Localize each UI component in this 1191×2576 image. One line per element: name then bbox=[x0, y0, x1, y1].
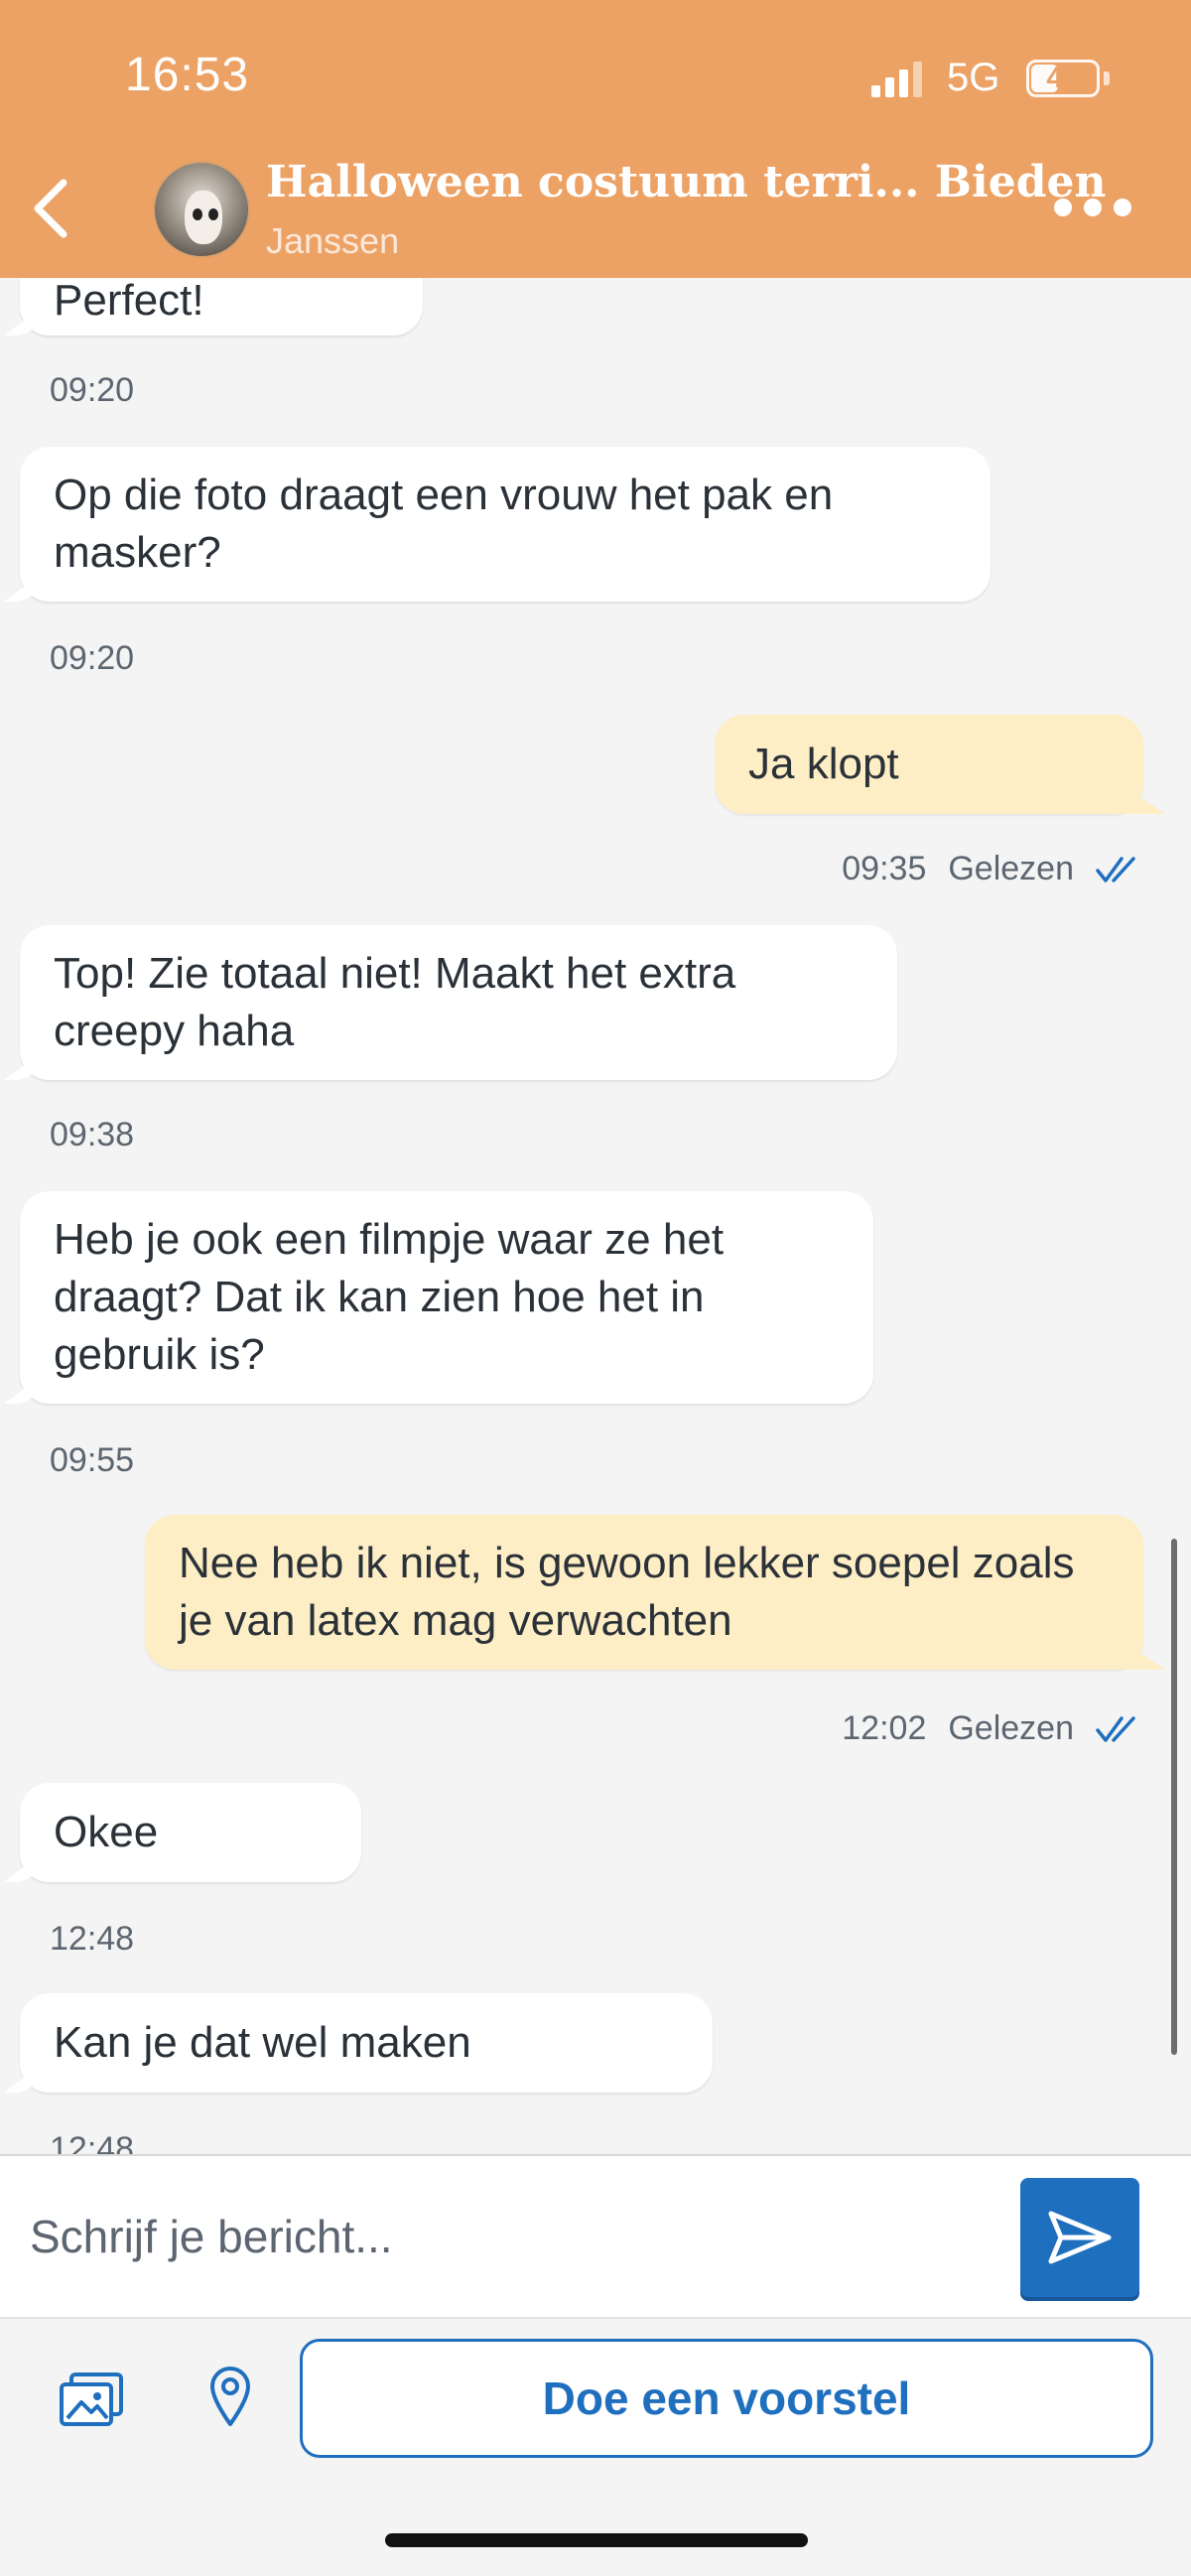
read-receipt: 12:02 Gelezen bbox=[842, 1709, 1139, 1748]
dot bbox=[1114, 199, 1131, 216]
back-arrow-icon[interactable] bbox=[20, 169, 89, 248]
message-time: 09:55 bbox=[50, 1441, 135, 1479]
read-status: Gelezen bbox=[948, 850, 1074, 887]
message-text: Top! Zie totaal niet! Maakt het extra cr… bbox=[54, 949, 736, 1055]
message-text: Ja klopt bbox=[748, 740, 899, 788]
dot bbox=[1084, 199, 1102, 216]
message-time: 09:20 bbox=[50, 639, 135, 677]
message-text: Heb je ook een filmpje waar ze het draag… bbox=[54, 1215, 725, 1379]
send-icon bbox=[1048, 2211, 1112, 2264]
message-time: 12:48 bbox=[50, 1920, 135, 1958]
battery-tip bbox=[1104, 71, 1110, 85]
chat-title[interactable]: Halloween costuum terri... Bieden bbox=[266, 157, 1106, 207]
message-bubble-outgoing[interactable]: Nee heb ik niet, is gewoon lekker soepel… bbox=[145, 1515, 1143, 1670]
message-bubble-incoming[interactable]: Heb je ook een filmpje waar ze het draag… bbox=[20, 1191, 873, 1404]
message-time: 12:02 bbox=[842, 1709, 927, 1747]
avatar[interactable] bbox=[153, 161, 250, 258]
message-bubble-incoming[interactable]: Op die foto draagt een vrouw het pak en … bbox=[20, 447, 991, 602]
read-receipt: 09:35 Gelezen bbox=[842, 850, 1139, 888]
action-bar: Doe een voorstel bbox=[0, 2317, 1191, 2472]
message-text: Kan je dat wel maken bbox=[54, 2018, 471, 2067]
message-text: Nee heb ik niet, is gewoon lekker soepel… bbox=[179, 1539, 1075, 1645]
double-check-icon bbox=[1096, 856, 1135, 882]
message-time: 09:20 bbox=[50, 371, 135, 409]
battery-percent: 45 bbox=[1046, 62, 1080, 94]
message-bubble-incoming[interactable]: Okee bbox=[20, 1783, 361, 1882]
message-text: Perfect! bbox=[54, 278, 204, 325]
message-text: Okee bbox=[54, 1808, 159, 1856]
message-bubble-outgoing[interactable]: Ja klopt bbox=[715, 715, 1143, 814]
message-bubble-incoming[interactable]: Kan je dat wel maken bbox=[20, 1993, 713, 2093]
avatar-eye bbox=[208, 208, 218, 220]
battery-icon: 45 bbox=[1026, 60, 1100, 97]
chat-subtitle: Janssen bbox=[266, 220, 400, 261]
signal-icon bbox=[871, 62, 922, 97]
send-button[interactable] bbox=[1020, 2178, 1139, 2297]
dot bbox=[1054, 199, 1072, 216]
location-pin-icon[interactable] bbox=[208, 2365, 252, 2428]
message-input[interactable] bbox=[30, 2192, 983, 2281]
message-bubble-incoming[interactable]: Perfect! bbox=[20, 278, 423, 336]
avatar-eye bbox=[193, 208, 202, 220]
message-time: 09:35 bbox=[842, 850, 927, 887]
message-text: Op die foto draagt een vrouw het pak en … bbox=[54, 471, 834, 577]
network-label: 5G bbox=[947, 56, 1000, 99]
scrollbar[interactable] bbox=[1171, 1539, 1177, 2055]
make-offer-button[interactable]: Doe een voorstel bbox=[300, 2339, 1153, 2458]
message-time: 12:48 bbox=[50, 2130, 135, 2154]
message-list[interactable]: Perfect! 09:20 Op die foto draagt een vr… bbox=[0, 278, 1191, 2154]
double-check-icon bbox=[1096, 1715, 1135, 1742]
home-indicator[interactable] bbox=[385, 2533, 808, 2547]
more-dots-icon[interactable] bbox=[1054, 199, 1133, 222]
message-time: 09:38 bbox=[50, 1116, 135, 1153]
gallery-icon[interactable] bbox=[58, 2371, 127, 2430]
read-status: Gelezen bbox=[948, 1709, 1074, 1747]
status-time: 16:53 bbox=[125, 49, 250, 101]
header: 16:53 5G 45 Halloween costuum terri... B… bbox=[0, 0, 1191, 278]
composer bbox=[0, 2154, 1191, 2317]
chat-screen: 16:53 5G 45 Halloween costuum terri... B… bbox=[0, 0, 1191, 2576]
message-bubble-incoming[interactable]: Top! Zie totaal niet! Maakt het extra cr… bbox=[20, 925, 897, 1080]
